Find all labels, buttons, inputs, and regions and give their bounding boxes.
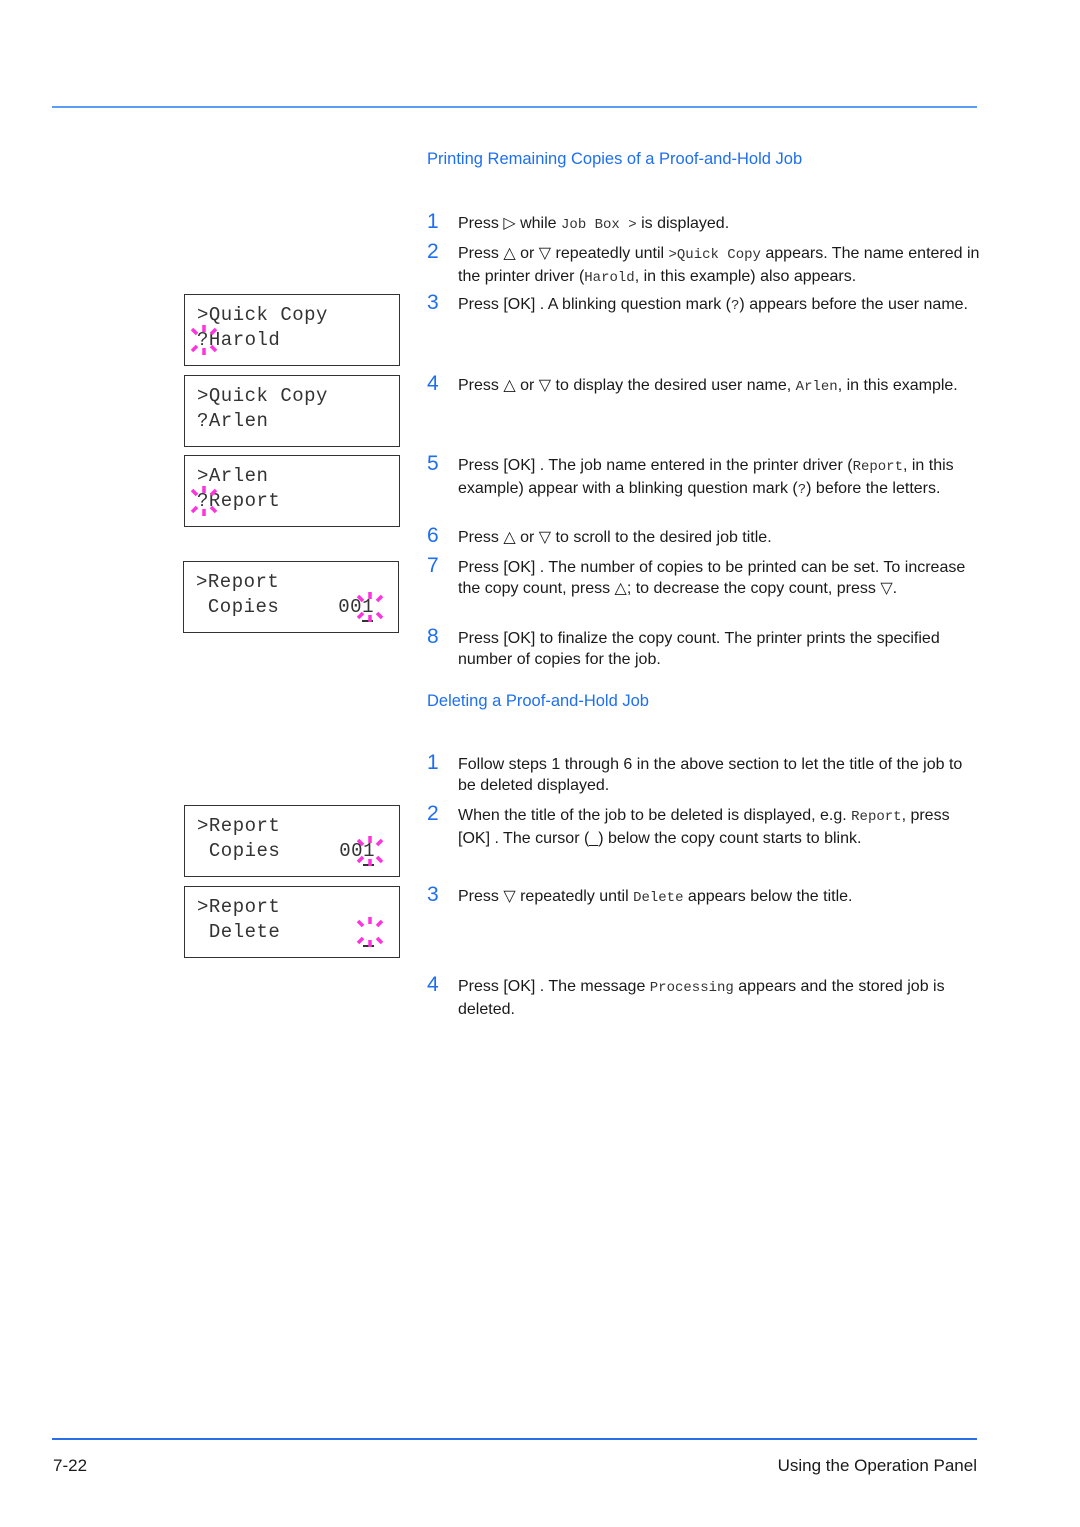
display-text: ? [797,482,807,498]
blink-ray [356,919,365,928]
step-text: When the title of the job to be deleted … [458,807,950,847]
lcd-line-1: >Report [197,815,281,837]
step-text: Press [OK] . The number of copies to be … [458,559,966,597]
display-text: Report [852,459,903,475]
page-number: 7-22 [53,1456,88,1475]
step-text: Press [OK] . The message Processing appe… [458,978,945,1018]
step-text: Press ▽ repeatedly until Delete appears … [458,888,853,906]
display-text: Harold [584,270,635,286]
step-text: Press △ or ▽ to display the desired user… [458,377,958,395]
display-text: Delete [633,890,684,906]
step-number: 1 [427,210,439,233]
down-arrow-key-icon: ▽ [538,245,552,262]
step-number: 5 [427,452,439,475]
step-number: 2 [427,240,439,263]
lcd-display: >Quick Copy ?Arlen [184,375,400,447]
lcd-line-2: Delete [197,921,281,943]
up-arrow-key-icon: △ [503,377,516,394]
right-arrow-key-icon: ▷ [503,215,516,232]
step-number: 4 [427,372,439,395]
display-text: Job Box > [561,217,637,233]
blink-ray [375,838,384,847]
up-arrow-key-icon: △ [503,529,516,546]
blink-ray [375,919,384,928]
step-number: 7 [427,554,439,577]
lcd-line-2: Copies [196,596,280,618]
blink-ray [209,327,218,336]
step-number: 6 [427,524,439,547]
section-title-printing-remaining-copies: Printing Remaining Copies of a Proof-and… [427,150,803,168]
down-arrow-key-icon: ▽ [538,529,552,546]
blink-ray [375,855,384,864]
chapter-title: Using the Operation Panel [777,1456,977,1475]
up-arrow-key-icon: △ [503,245,516,262]
step-text: Press △ or ▽ to scroll to the desired jo… [458,529,772,546]
up-arrow-key-icon: △ [614,580,627,597]
lcd-line-2: Copies [197,840,281,862]
blink-ray [190,344,199,353]
down-arrow-key-icon: ▽ [880,580,893,597]
display-text: Arlen [795,379,838,395]
blink-ray [375,936,384,945]
display-text: >Quick Copy [668,247,761,263]
blink-indicator-icon [190,325,218,355]
blink-ray [209,344,218,353]
step-text: Press [OK] to finalize the copy count. T… [458,630,940,668]
section-title-deleting-job: Deleting a Proof-and-Hold Job [427,692,649,710]
blink-indicator-icon [190,486,218,516]
blink-indicator-icon [356,917,384,947]
step-number: 3 [427,883,439,906]
header-rule [52,106,977,108]
step-number: 1 [427,751,439,774]
blink-ray [190,488,199,497]
step-number: 8 [427,625,439,648]
lcd-line-1: >Report [196,571,280,593]
blink-ray [375,611,384,620]
step-number: 3 [427,291,439,314]
blink-ray [356,611,365,620]
footer-rule [52,1438,977,1440]
blink-ray [356,594,365,603]
blink-ray [209,488,218,497]
blink-ray [209,505,218,514]
blink-ray [375,594,384,603]
down-arrow-key-icon: ▽ [503,888,516,905]
blink-ray [356,936,365,945]
lcd-line-2: ?Arlen [197,410,269,432]
blink-ray [190,327,199,336]
blink-indicator-icon [356,836,384,866]
down-arrow-key-icon: ▽ [538,377,552,394]
step-text: Press [OK] . A blinking question mark (?… [458,296,968,314]
blink-indicator-icon [356,592,384,622]
display-text: Report [851,809,902,825]
step-number: 2 [427,802,439,825]
blink-ray [356,838,365,847]
lcd-line-1: >Quick Copy [197,385,328,407]
step-text: Follow steps 1 through 6 in the above se… [458,756,963,794]
step-text: Press △ or ▽ repeatedly until >Quick Cop… [458,245,980,286]
display-text: ? [731,298,740,314]
blink-ray [190,505,199,514]
step-text: Press [OK] . The job name entered in the… [458,457,954,498]
blink-ray [356,855,365,864]
step-text: Press ▷ while Job Box > is displayed. [458,215,730,233]
display-text: Processing [649,980,734,996]
step-number: 4 [427,973,439,996]
lcd-line-1: >Report [197,896,281,918]
